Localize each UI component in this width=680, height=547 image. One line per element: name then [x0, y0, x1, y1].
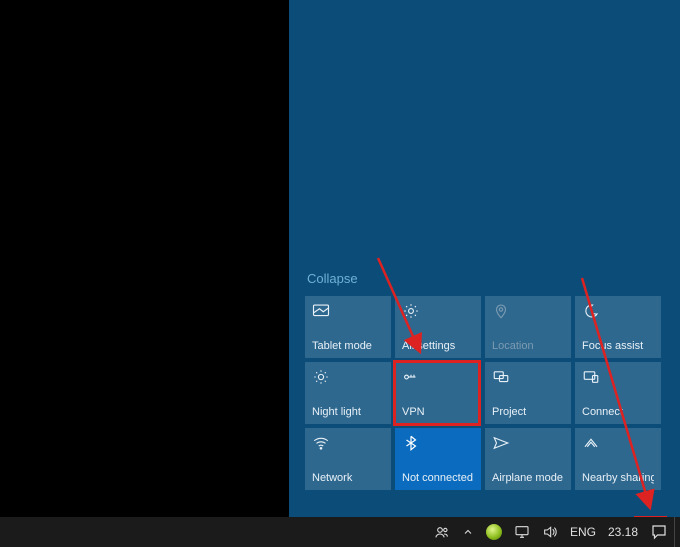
tile-airplane-mode[interactable]: Airplane mode [485, 428, 571, 490]
taskbar: ENG 23.18 [0, 517, 680, 547]
tile-project[interactable]: Project [485, 362, 571, 424]
bluetooth-icon [402, 434, 420, 452]
clock[interactable]: 23.18 [602, 517, 644, 547]
tile-nearby-sharing[interactable]: Nearby sharing [575, 428, 661, 490]
show-desktop-button[interactable] [674, 517, 680, 547]
monitor-icon[interactable] [508, 517, 536, 547]
tile-bluetooth[interactable]: Not connected [395, 428, 481, 490]
tile-label: Tablet mode [312, 340, 384, 352]
volume-icon[interactable] [536, 517, 564, 547]
chevron-up-icon[interactable] [456, 517, 480, 547]
quick-action-tiles: Tablet mode All settings Location [305, 296, 672, 490]
tile-label: Nearby sharing [582, 472, 654, 484]
tile-label: Airplane mode [492, 472, 564, 484]
tile-network[interactable]: Network [305, 428, 391, 490]
people-icon[interactable] [428, 517, 456, 547]
status-green-icon[interactable] [480, 517, 508, 547]
location-icon [492, 302, 510, 320]
project-icon [492, 368, 510, 386]
tile-label: All settings [402, 340, 474, 352]
moon-icon [582, 302, 600, 320]
tablet-icon [312, 302, 330, 320]
sun-icon [312, 368, 330, 386]
tile-tablet-mode[interactable]: Tablet mode [305, 296, 391, 358]
tile-vpn[interactable]: VPN [395, 362, 481, 424]
action-center-button[interactable] [644, 517, 674, 547]
tile-label: Focus assist [582, 340, 654, 352]
system-tray: ENG 23.18 [428, 517, 680, 547]
tile-label: Project [492, 406, 564, 418]
tile-label: VPN [402, 406, 474, 418]
tile-label: Network [312, 472, 384, 484]
action-center-panel: Collapse Tablet mode All settings [289, 0, 680, 517]
tile-night-light[interactable]: Night light [305, 362, 391, 424]
tile-label: Night light [312, 406, 384, 418]
tile-connect[interactable]: Connect [575, 362, 661, 424]
tile-focus-assist[interactable]: Focus assist [575, 296, 661, 358]
airplane-icon [492, 434, 510, 452]
gear-icon [402, 302, 420, 320]
desktop-left-region [0, 0, 289, 517]
tile-label: Location [492, 340, 564, 352]
tile-label: Connect [582, 406, 654, 418]
wifi-icon [312, 434, 330, 452]
connect-icon [582, 368, 600, 386]
tile-location[interactable]: Location [485, 296, 571, 358]
language-indicator[interactable]: ENG [564, 517, 602, 547]
tile-all-settings[interactable]: All settings [395, 296, 481, 358]
nearby-share-icon [582, 434, 600, 452]
collapse-link[interactable]: Collapse [307, 271, 358, 286]
vpn-icon [402, 368, 420, 386]
tile-label: Not connected [402, 472, 474, 484]
